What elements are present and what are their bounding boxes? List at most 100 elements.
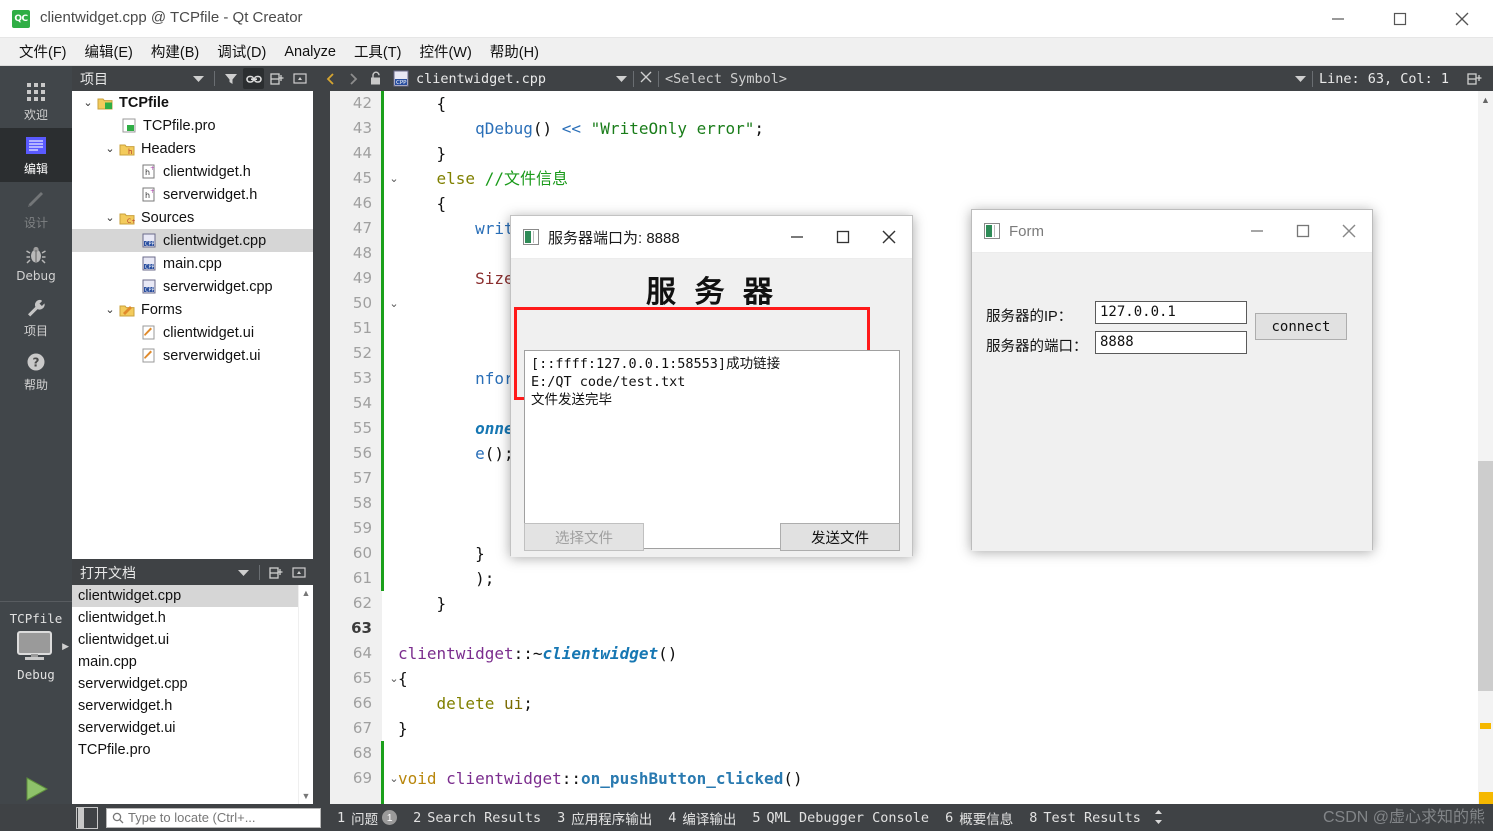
menu-build[interactable]: 构建(B) xyxy=(142,38,208,65)
tree-item-clientwidget-ui[interactable]: clientwidget.ui xyxy=(72,321,313,344)
server-port-input[interactable]: 8888 xyxy=(1095,331,1247,354)
close-icon[interactable] xyxy=(640,70,652,88)
open-documents-list[interactable]: clientwidget.cpp clientwidget.h clientwi… xyxy=(72,585,313,804)
chevron-down-icon[interactable]: ⌄ xyxy=(102,211,118,224)
minimize-icon[interactable] xyxy=(774,216,820,258)
tree-item-serverwidget-cpp[interactable]: CPP serverwidget.cpp xyxy=(72,275,313,298)
tree-item-clientwidget-h[interactable]: h + clientwidget.h xyxy=(72,160,313,183)
chevron-right-icon[interactable] xyxy=(342,68,364,90)
chevron-down-icon[interactable]: ▼ xyxy=(299,788,313,804)
open-doc-item[interactable]: main.cpp xyxy=(72,651,313,673)
line-number-current: 63 xyxy=(351,619,372,637)
split-icon[interactable] xyxy=(1463,68,1485,90)
mode-edit[interactable]: 编辑 xyxy=(0,128,72,182)
menu-help[interactable]: 帮助(H) xyxy=(481,38,548,65)
link-icon[interactable] xyxy=(243,68,264,89)
tree-item-tcpfile-pro[interactable]: TCPfile.pro xyxy=(72,114,313,137)
symbol-selector[interactable]: <Select Symbol> xyxy=(665,71,787,87)
close-icon[interactable] xyxy=(866,216,912,258)
sidebar-toggle-icon[interactable] xyxy=(76,806,98,829)
chevron-down-icon[interactable] xyxy=(188,68,209,89)
chevron-up-icon[interactable]: ▲ xyxy=(299,585,313,601)
open-documents-title: 打开文档 xyxy=(80,564,136,581)
client-form-dialog[interactable]: Form 服务器的IP： 127.0.0.1 服务器的端口： 8888 conn… xyxy=(971,209,1373,551)
cpp-file-icon: CPP xyxy=(140,233,158,249)
window-controls xyxy=(1307,0,1493,38)
connect-button[interactable]: connect xyxy=(1255,313,1347,340)
menu-widgets[interactable]: 控件(W) xyxy=(410,38,480,65)
scrollbar-thumb[interactable] xyxy=(1478,461,1493,691)
close-icon[interactable] xyxy=(1431,0,1493,38)
server-ip-input[interactable]: 127.0.0.1 xyxy=(1095,301,1247,324)
maximize-icon[interactable] xyxy=(1280,210,1326,252)
kit-selector[interactable]: TCPfile ▶ Debug xyxy=(0,611,72,682)
open-doc-item[interactable]: clientwidget.cpp xyxy=(72,585,313,607)
tree-item-main-cpp[interactable]: CPP main.cpp xyxy=(72,252,313,275)
send-file-button[interactable]: 发送文件 xyxy=(780,523,900,551)
server-dialog[interactable]: 服务器端口为: 8888 服 务 器 [::ffff:127.0.0.1:585… xyxy=(510,215,913,557)
editor-scrollbar[interactable]: ▲ ▼ xyxy=(1478,91,1493,804)
open-doc-item[interactable]: TCPfile.pro xyxy=(72,739,313,761)
split-icon[interactable] xyxy=(265,562,286,583)
bottom-tab-test-results[interactable]: 8 Test Results xyxy=(1029,810,1141,826)
server-log-output[interactable]: [::ffff:127.0.0.1:58553]成功链接 E:/QT code/… xyxy=(524,350,900,549)
chevron-down-icon[interactable] xyxy=(616,70,628,88)
chevron-up-icon[interactable]: ▲ xyxy=(1478,91,1493,108)
chevron-down-icon[interactable] xyxy=(1294,70,1306,88)
mode-projects[interactable]: 项目 xyxy=(0,290,72,344)
tree-item-serverwidget-ui[interactable]: serverwidget.ui xyxy=(72,344,313,367)
locator-input[interactable]: Type to locate (Ctrl+... xyxy=(106,807,321,828)
code-line: clientwidget::~clientwidget() xyxy=(398,644,678,663)
close-panel-icon[interactable] xyxy=(289,68,310,89)
open-doc-item[interactable]: clientwidget.h xyxy=(72,607,313,629)
menu-tools[interactable]: 工具(T) xyxy=(345,38,411,65)
open-doc-item[interactable]: serverwidget.ui xyxy=(72,717,313,739)
split-icon[interactable] xyxy=(266,68,287,89)
chevron-down-icon[interactable]: ⌄ xyxy=(102,142,118,155)
bottom-tab-search-results[interactable]: 2 Search Results xyxy=(413,810,541,826)
unlocked-icon[interactable] xyxy=(364,68,386,90)
chevron-down-icon[interactable]: ⌄ xyxy=(102,303,118,316)
open-doc-item[interactable]: serverwidget.cpp xyxy=(72,673,313,695)
open-documents-scrollbar[interactable]: ▲ ▼ xyxy=(298,585,313,804)
bottom-tab-compile-output[interactable]: 4 编译输出 xyxy=(668,808,736,828)
line-number: 50 xyxy=(352,294,372,312)
select-file-button[interactable]: 选择文件 xyxy=(524,523,644,551)
chevron-left-icon[interactable] xyxy=(320,68,342,90)
bottom-tab-app-output[interactable]: 3 应用程序输出 xyxy=(557,808,652,828)
open-doc-item[interactable]: clientwidget.ui xyxy=(72,629,313,651)
mode-welcome[interactable]: 欢迎 xyxy=(0,74,72,128)
close-icon[interactable] xyxy=(1326,210,1372,252)
updown-arrows-icon[interactable] xyxy=(1153,809,1164,826)
tree-item-clientwidget-cpp[interactable]: CPP clientwidget.cpp xyxy=(72,229,313,252)
menu-file[interactable]: 文件(F) xyxy=(10,38,76,65)
mode-help[interactable]: ? 帮助 xyxy=(0,344,72,398)
menu-debug[interactable]: 调试(D) xyxy=(208,38,275,65)
chevron-down-icon[interactable] xyxy=(233,562,254,583)
folder-ui-icon xyxy=(118,302,136,318)
line-number: 58 xyxy=(352,494,372,512)
bottom-tab-overview[interactable]: 6 概要信息 xyxy=(945,808,1013,828)
project-tree[interactable]: ⌄ TCPfile TCPfile.pro ⌄ h Headers h + cl… xyxy=(72,91,313,559)
editor-filename[interactable]: clientwidget.cpp xyxy=(416,71,546,87)
tree-item-serverwidget-h[interactable]: h + serverwidget.h xyxy=(72,183,313,206)
tree-item-sources[interactable]: ⌄ C+ Sources xyxy=(72,206,313,229)
menu-analyze[interactable]: Analyze xyxy=(275,41,345,63)
menu-edit[interactable]: 编辑(E) xyxy=(76,38,142,65)
minimize-icon[interactable] xyxy=(1307,0,1369,38)
bottom-tab-qml-debugger[interactable]: 5 QML Debugger Console xyxy=(752,810,929,826)
mode-debug[interactable]: Debug xyxy=(0,236,72,290)
maximize-icon[interactable] xyxy=(820,216,866,258)
chevron-down-icon[interactable]: ⌄ xyxy=(80,96,96,109)
cpp-file-icon: CPP xyxy=(140,256,158,272)
bottom-tab-issues[interactable]: 1 问题 1 xyxy=(337,808,398,828)
tree-item-forms[interactable]: ⌄ Forms xyxy=(72,298,313,321)
tree-item-headers[interactable]: ⌄ h Headers xyxy=(72,137,313,160)
minimize-icon[interactable] xyxy=(1234,210,1280,252)
open-doc-item[interactable]: serverwidget.h xyxy=(72,695,313,717)
close-panel-icon[interactable] xyxy=(288,562,309,583)
line-number: 55 xyxy=(352,419,372,437)
maximize-icon[interactable] xyxy=(1369,0,1431,38)
funnel-icon[interactable] xyxy=(220,68,241,89)
tree-item-tcpfile[interactable]: ⌄ TCPfile xyxy=(72,91,313,114)
